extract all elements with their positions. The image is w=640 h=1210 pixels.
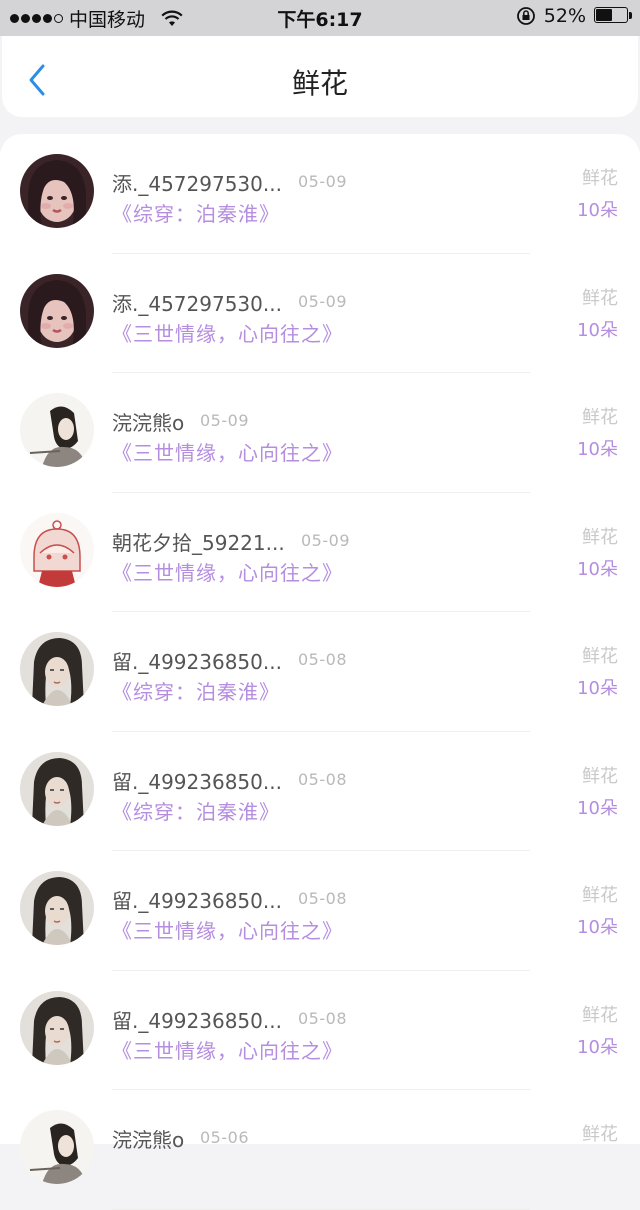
status-bar: 中国移动 下午6:17 52%	[0, 0, 640, 36]
avatar[interactable]	[20, 273, 94, 348]
list-item[interactable]: 浣浣熊o 05-09 《三世情缘，心向往之》 鲜花 10朵	[0, 373, 640, 493]
user-name: 留._499236850...	[112, 769, 282, 794]
avatar[interactable]	[20, 871, 94, 945]
list-item[interactable]: 浣浣熊o 05-06 鲜花	[0, 1090, 640, 1210]
battery-percent: 52%	[543, 5, 586, 27]
gift-type: 鲜花	[582, 765, 618, 787]
user-name: 朝花夕拾_59221...	[112, 530, 285, 555]
gift-date: 05-09	[298, 291, 347, 311]
avatar[interactable]	[20, 751, 94, 826]
list-item[interactable]: 留._499236850... 05-08 《三世情缘，心向往之》 鲜花 10朵	[0, 971, 640, 1090]
gift-count: 10朵	[577, 200, 618, 221]
gift-type: 鲜花	[582, 646, 618, 667]
avatar[interactable]	[20, 632, 94, 706]
list-item[interactable]: 朝花夕拾_59221... 05-09 《三世情缘，心向往之》 鲜花 10朵	[0, 493, 640, 612]
gift-date: 05-08	[298, 650, 347, 669]
divider	[112, 1208, 530, 1210]
list-item[interactable]: 留._499236850... 05-08 《综穿：泊秦淮》 鲜花 10朵	[0, 732, 640, 851]
gift-type: 鲜花	[582, 1124, 618, 1145]
gift-date: 05-08	[298, 769, 347, 789]
gift-date: 05-08	[298, 889, 347, 908]
list-item[interactable]: 留._499236850... 05-08 《综穿：泊秦淮》 鲜花 10朵	[0, 612, 640, 732]
gift-count: 10朵	[577, 558, 618, 580]
avatar[interactable]	[20, 512, 94, 587]
status-right: 52%	[516, 5, 632, 27]
list-item[interactable]: 添._457297530... 05-09 《三世情缘，心向往之》 鲜花 10朵	[0, 254, 640, 373]
list-item[interactable]: 留._499236850... 05-08 《三世情缘，心向往之》 鲜花 10朵	[0, 851, 640, 971]
avatar[interactable]	[20, 154, 94, 228]
book-title: 《三世情缘，心向往之》	[112, 321, 343, 346]
gift-count: 10朵	[577, 439, 618, 460]
gift-date: 05-09	[200, 411, 249, 430]
avatar[interactable]	[20, 1110, 94, 1184]
battery-icon	[594, 7, 632, 25]
user-name: 留._499236850...	[112, 889, 282, 913]
user-name: 留._499236850...	[112, 650, 282, 674]
page-title: 鲜花	[291, 67, 348, 100]
gift-type: 鲜花	[582, 1004, 618, 1026]
book-title: 《三世情缘，心向往之》	[112, 441, 343, 465]
avatar[interactable]	[20, 990, 94, 1065]
gift-date: 05-09	[301, 530, 350, 550]
avatar[interactable]	[20, 393, 94, 467]
user-name: 添._457297530...	[112, 291, 282, 316]
gift-date: 05-08	[298, 1008, 347, 1028]
user-name: 留._499236850...	[112, 1008, 282, 1033]
gift-type: 鲜花	[582, 287, 618, 309]
nav-bar: 鲜花	[2, 36, 638, 117]
flower-list: 添._457297530... 05-09 《综穿：泊秦淮》 鲜花 10朵 添._4572…	[0, 134, 640, 1210]
list-item[interactable]: 添._457297530... 05-09 《综穿：泊秦淮》 鲜花 10朵	[0, 134, 640, 254]
gift-count: 10朵	[577, 678, 618, 699]
book-title: 《综穿：泊秦淮》	[112, 799, 280, 824]
orientation-lock-icon	[516, 7, 535, 25]
gift-count: 10朵	[577, 319, 618, 341]
gift-type: 鲜花	[582, 526, 618, 548]
gift-type: 鲜花	[582, 885, 618, 906]
gift-type: 鲜花	[582, 407, 618, 428]
gift-count: 10朵	[577, 1036, 618, 1058]
user-name: 浣浣熊o	[112, 411, 185, 435]
user-name: 添._457297530...	[112, 172, 282, 196]
gift-count: 10朵	[577, 917, 618, 938]
gift-type: 鲜花	[582, 168, 618, 189]
gift-count: 10朵	[577, 797, 618, 819]
book-title: 《综穿：泊秦淮》	[112, 680, 280, 704]
book-title: 《三世情缘，心向往之》	[112, 919, 343, 943]
book-title: 《三世情缘，心向往之》	[112, 560, 343, 585]
book-title: 《综穿：泊秦淮》	[112, 202, 280, 226]
gift-date: 05-06	[200, 1128, 249, 1147]
book-title: 《三世情缘，心向往之》	[112, 1038, 343, 1063]
gift-date: 05-09	[298, 172, 347, 191]
